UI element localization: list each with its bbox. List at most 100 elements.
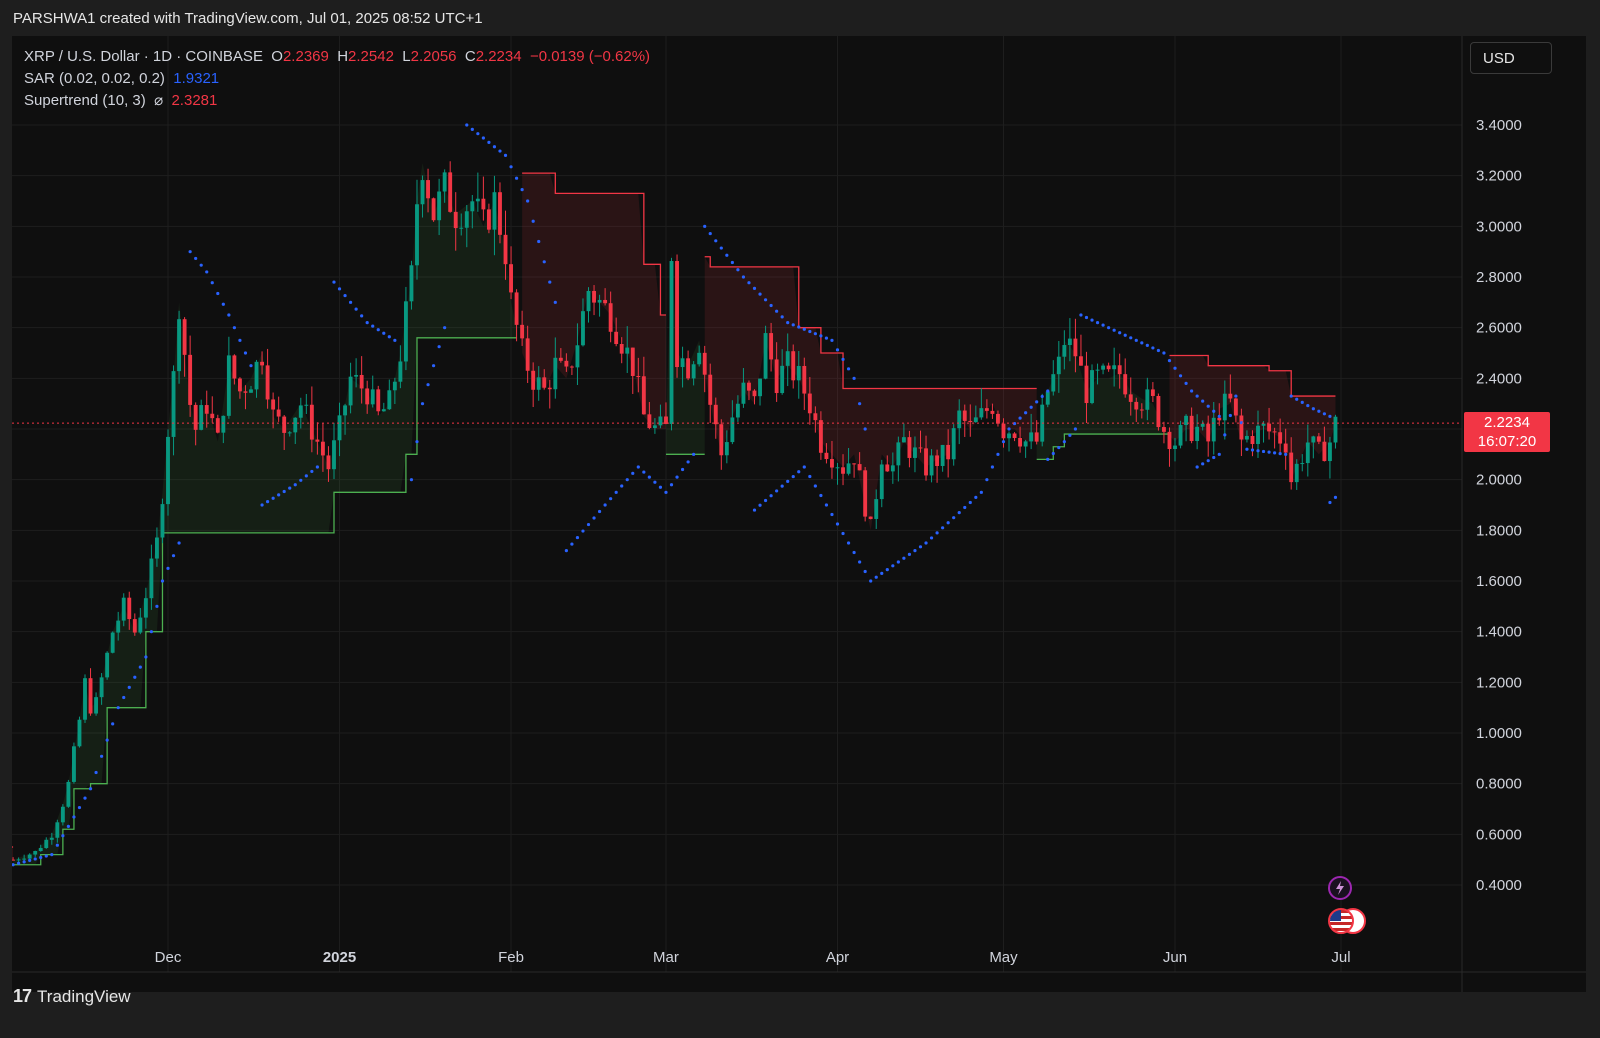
sar-dot xyxy=(216,291,220,296)
sar-dot xyxy=(609,497,613,501)
sar-dot xyxy=(1311,407,1315,411)
sar-dot xyxy=(714,239,718,243)
candle-body xyxy=(282,416,287,433)
candle-body xyxy=(747,382,751,391)
candle-body xyxy=(415,204,419,266)
candle-body xyxy=(990,410,995,414)
candle-body xyxy=(1195,426,1200,442)
sar-dot xyxy=(841,357,845,361)
sar-dot xyxy=(869,579,873,583)
candle-body xyxy=(1206,423,1211,442)
candle-body xyxy=(702,352,707,375)
candle xyxy=(719,419,724,470)
x-tick-label: Jun xyxy=(1163,949,1187,966)
sar-dot xyxy=(415,440,419,444)
y-tick-label: 3.2000 xyxy=(1476,168,1522,185)
sar-dot xyxy=(149,630,154,634)
candle-body xyxy=(110,632,115,653)
candle xyxy=(66,779,71,808)
sar-dot xyxy=(127,685,131,690)
candle-body xyxy=(708,374,713,405)
candle-body xyxy=(49,837,54,840)
candle-body xyxy=(509,264,513,293)
candle-body xyxy=(791,351,796,381)
sar-dot xyxy=(979,490,983,494)
candle-body xyxy=(818,420,823,453)
sar-dot xyxy=(1289,394,1293,398)
sar-dot xyxy=(83,796,87,800)
candle-body xyxy=(426,180,430,199)
candle xyxy=(403,286,408,371)
candle-body xyxy=(603,299,608,304)
candle-body xyxy=(486,209,491,230)
candle xyxy=(1079,334,1083,366)
candle xyxy=(60,804,65,826)
candle-body xyxy=(83,678,87,720)
candle-body xyxy=(464,211,469,228)
candle-body xyxy=(33,851,38,855)
sar-dot xyxy=(819,334,823,338)
us-flag-event-icon[interactable] xyxy=(1328,908,1354,934)
candle-body xyxy=(1112,365,1117,370)
candle-body xyxy=(437,191,442,221)
sar-dot xyxy=(703,224,707,228)
sar-dot xyxy=(487,140,491,144)
sar-dot xyxy=(758,292,762,296)
candle xyxy=(868,516,873,520)
candle xyxy=(475,172,480,212)
candle-body xyxy=(913,447,917,458)
candle-body xyxy=(193,404,198,430)
candle-body xyxy=(951,428,956,460)
sar-row[interactable]: SAR (0.02, 0.02, 0.2) 1.9321 xyxy=(24,68,650,90)
candle-body xyxy=(625,347,630,354)
sar-dot xyxy=(852,376,856,380)
sar-dot xyxy=(786,479,790,483)
sar-dot xyxy=(924,541,928,545)
symbol-title[interactable]: XRP / U.S. Dollar · 1D · COINBASE xyxy=(24,48,263,65)
candle xyxy=(569,365,574,375)
candle-body xyxy=(647,414,652,429)
sar-dot xyxy=(194,256,198,261)
sar-dot xyxy=(1118,331,1122,335)
supertrend-row[interactable]: Supertrend (10, 3) ⌀ 2.3281 xyxy=(24,90,650,112)
sar-dot xyxy=(780,484,784,488)
candle-body xyxy=(719,424,724,456)
sar-dot xyxy=(730,260,734,265)
candle xyxy=(226,336,231,419)
hidden-eye-icon[interactable]: ⌀ xyxy=(154,92,163,109)
candle-body xyxy=(237,378,242,392)
sar-dot xyxy=(952,516,956,520)
candle-body xyxy=(946,444,951,460)
sar-dot xyxy=(1306,403,1310,408)
candle-body xyxy=(1162,427,1166,432)
candle-body xyxy=(973,417,978,423)
candle xyxy=(1090,364,1094,405)
sar-dot xyxy=(830,338,834,342)
sar-dot xyxy=(116,706,120,710)
candle-body xyxy=(420,180,425,205)
x-tick-label: Jul xyxy=(1331,949,1350,966)
chart-area[interactable]: 3.4000 3.2000 3.0000 2.8000 2.6000 2.4000 2.20… xyxy=(12,36,1586,992)
sar-dot xyxy=(642,470,646,474)
lightning-event-icon[interactable] xyxy=(1328,876,1352,900)
candle-body xyxy=(669,261,674,424)
sar-dot xyxy=(1178,374,1183,378)
candle-body xyxy=(680,358,685,368)
sar-dot xyxy=(1007,427,1011,431)
sar-dot xyxy=(61,834,65,838)
sar-dot xyxy=(719,246,723,250)
sar-dot xyxy=(100,754,104,758)
currency-button[interactable]: USD xyxy=(1470,42,1552,74)
sar-dot xyxy=(1206,404,1210,408)
tradingview-logo[interactable]: 17 TradingView xyxy=(13,986,131,1007)
sar-dot xyxy=(548,280,552,284)
sar-dot xyxy=(664,490,668,494)
sar-dot xyxy=(55,843,59,847)
price-chart[interactable]: 3.4000 3.2000 3.0000 2.8000 2.6000 2.4000 2.20… xyxy=(12,36,1586,992)
high-value: 2.2542 xyxy=(348,48,394,65)
sar-dot xyxy=(592,516,596,520)
candle-body xyxy=(575,345,580,368)
candle-body xyxy=(1090,370,1094,404)
sar-dot xyxy=(443,326,447,330)
candle-body xyxy=(924,448,928,476)
